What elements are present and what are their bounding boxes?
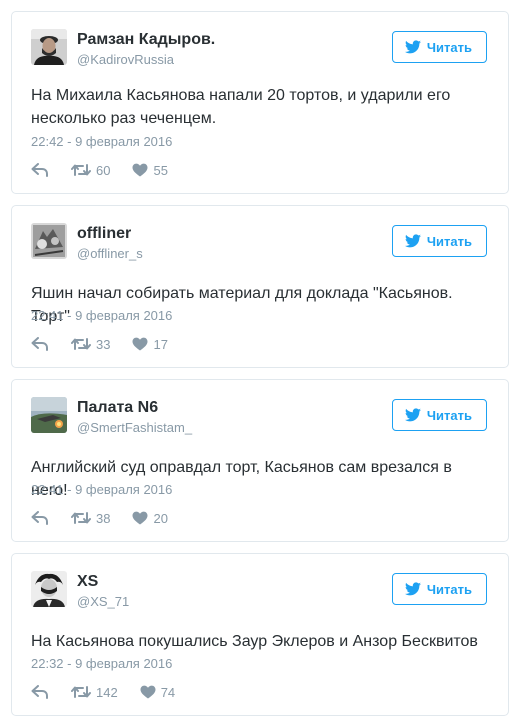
heart-icon — [132, 337, 148, 351]
follow-label: Читать — [426, 39, 472, 55]
avatar[interactable] — [31, 223, 67, 259]
author-name[interactable]: Рамзан Кадыров. — [77, 31, 215, 49]
tweet-timestamp[interactable]: 22:41 - 9 февраля 2016 — [31, 482, 172, 497]
follow-button[interactable]: Читать — [391, 225, 487, 257]
reply-button[interactable] — [31, 163, 49, 177]
follow-label: Читать — [426, 407, 472, 423]
author-name[interactable]: XS — [77, 573, 98, 591]
like-count: 55 — [153, 162, 168, 178]
heart-icon — [132, 511, 148, 525]
author-handle[interactable]: @KadirovRussia — [77, 52, 174, 67]
tweet-text: На Михаила Касьянова напали 20 тортов, и… — [31, 87, 451, 127]
reply-icon — [31, 511, 49, 525]
like-count: 20 — [153, 510, 168, 526]
like-button[interactable]: 74 — [140, 685, 175, 700]
like-button[interactable]: 20 — [132, 510, 168, 526]
twitter-bird-icon — [405, 408, 421, 422]
tweet-card: Рамзан Кадыров. @KadirovRussia Читать На… — [11, 11, 509, 194]
heart-icon — [132, 163, 148, 177]
like-button[interactable]: 55 — [132, 162, 168, 178]
follow-button[interactable]: Читать — [391, 399, 487, 431]
retweet-count: 142 — [96, 684, 118, 700]
reply-button[interactable] — [31, 511, 49, 525]
retweet-icon — [71, 337, 91, 351]
like-button[interactable]: 17 — [132, 336, 168, 352]
retweet-button[interactable]: 33 — [71, 337, 110, 352]
tweet-card: Палата N6 @SmertFashistam_ Читать Англий… — [11, 379, 509, 542]
follow-label: Читать — [426, 233, 472, 249]
twitter-bird-icon — [405, 234, 421, 248]
follow-button[interactable]: Читать — [391, 573, 487, 605]
tweet-timestamp[interactable]: 22:42 - 9 февраля 2016 — [31, 134, 172, 149]
twitter-bird-icon — [405, 582, 421, 596]
tweet-card: offliner @offliner_s Читать Яшин начал с… — [11, 205, 509, 368]
tweet-card: XS @XS_71 Читать На Касьянова покушались… — [11, 553, 509, 716]
avatar[interactable] — [31, 571, 67, 607]
tweet-timestamp[interactable]: 22:41 - 9 февраля 2016 — [31, 308, 172, 323]
retweet-count: 60 — [96, 162, 111, 178]
reply-icon — [31, 337, 49, 351]
retweet-icon — [71, 685, 91, 699]
reply-button[interactable] — [31, 337, 49, 351]
retweet-button[interactable]: 60 — [71, 163, 110, 178]
author-handle[interactable]: @SmertFashistam_ — [77, 420, 192, 435]
author-name[interactable]: Палата N6 — [77, 399, 158, 417]
retweet-button[interactable]: 142 — [71, 685, 118, 700]
heart-icon — [140, 685, 156, 699]
retweet-icon — [71, 163, 91, 177]
tweet-actions: 38 20 — [31, 509, 190, 527]
tweet-feed: Рамзан Кадыров. @KadirovRussia Читать На… — [0, 0, 520, 724]
avatar[interactable] — [31, 29, 67, 65]
avatar[interactable] — [31, 397, 67, 433]
twitter-bird-icon — [405, 40, 421, 54]
tweet-actions: 142 74 — [31, 683, 197, 701]
reply-button[interactable] — [31, 685, 49, 699]
author-handle[interactable]: @XS_71 — [77, 594, 129, 609]
like-count: 74 — [160, 684, 176, 700]
retweet-icon — [71, 511, 91, 525]
like-count: 17 — [153, 336, 168, 352]
author-name[interactable]: offliner — [77, 225, 131, 243]
reply-icon — [31, 685, 49, 699]
reply-icon — [31, 163, 49, 177]
follow-label: Читать — [426, 581, 472, 597]
author-handle[interactable]: @offliner_s — [77, 246, 143, 261]
retweet-count: 33 — [96, 336, 111, 352]
retweet-button[interactable]: 38 — [71, 511, 110, 526]
tweet-actions: 60 55 — [31, 161, 190, 179]
tweet-text: На Касьянова покушались Заур Эклеров и А… — [31, 633, 478, 650]
tweet-timestamp[interactable]: 22:32 - 9 февраля 2016 — [31, 656, 172, 671]
retweet-count: 38 — [96, 510, 111, 526]
follow-button[interactable]: Читать — [391, 31, 487, 63]
tweet-actions: 33 17 — [31, 335, 190, 353]
